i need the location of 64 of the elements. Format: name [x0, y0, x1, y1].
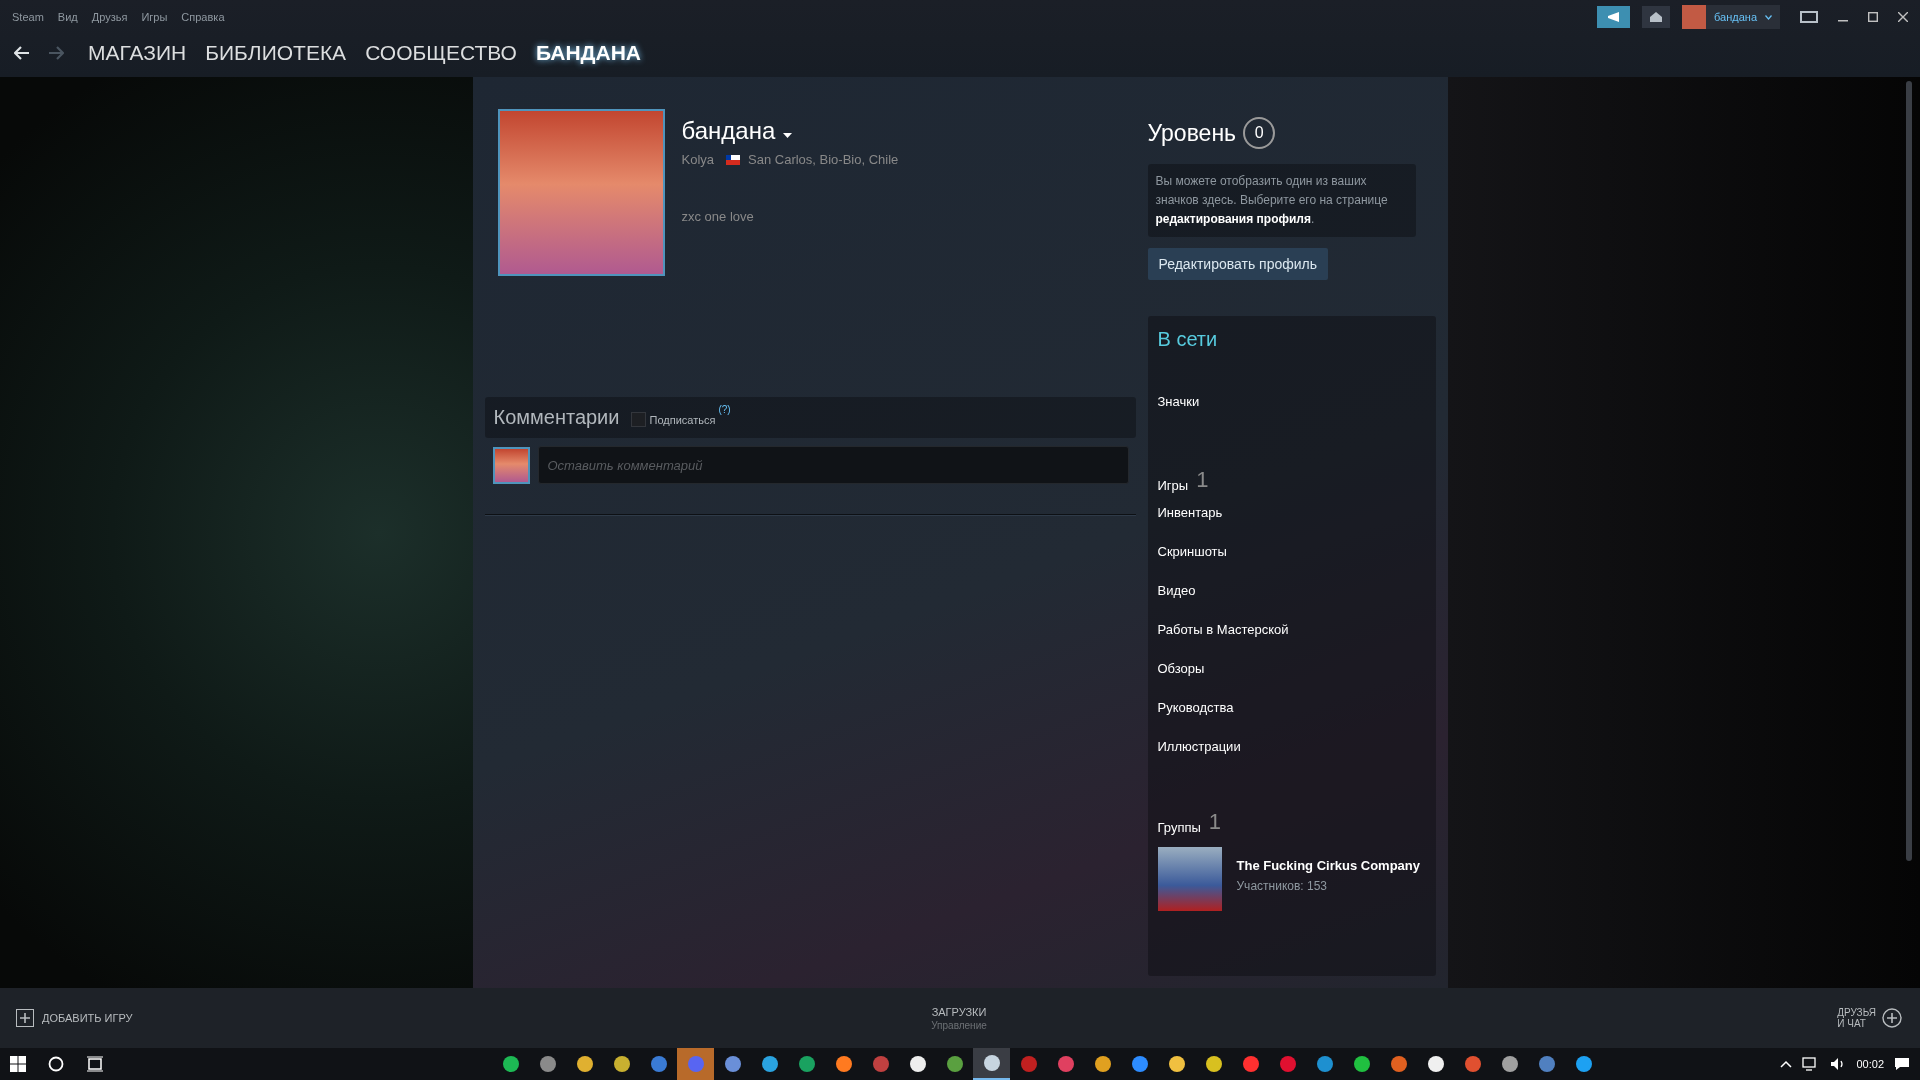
sidebar-link[interactable]: Руководства	[1157, 700, 1234, 715]
sidebar-link[interactable]: Игры	[1157, 478, 1189, 493]
menu-item[interactable]: Игры	[141, 11, 168, 23]
plus-circle-icon[interactable]	[1882, 1008, 1902, 1028]
search-icon[interactable]	[48, 1056, 64, 1072]
sidebar-link[interactable]: Работы в Мастерской	[1157, 622, 1289, 637]
flag-icon	[726, 154, 741, 165]
profile-summary: zxc one love	[681, 209, 755, 224]
subscribe-checkbox[interactable]	[631, 412, 647, 427]
notification-icon[interactable]	[1894, 1057, 1910, 1071]
friends-chat-button[interactable]: ДРУЗЬЯ И ЧАТ	[1837, 1007, 1876, 1029]
subscribe-label: Подписаться	[649, 413, 716, 426]
group-picture-placeholder	[1157, 847, 1222, 911]
broadcast-button[interactable]	[1597, 6, 1631, 28]
comment-input-field[interactable]: Оставить комментарий	[537, 446, 1129, 484]
member-count: Участников: 153	[1236, 879, 1328, 893]
scrollbar[interactable]	[1906, 81, 1912, 861]
notifications-button[interactable]	[1642, 6, 1671, 28]
profile-name: бандана	[681, 117, 776, 145]
count: 1	[1208, 809, 1222, 835]
close-icon[interactable]	[1898, 12, 1908, 22]
nav-tab[interactable]: МАГАЗИН	[88, 41, 187, 65]
sidebar-link[interactable]: Значки	[1157, 394, 1200, 409]
menu-item[interactable]: Steam	[12, 11, 44, 23]
screen-icon[interactable]	[1800, 11, 1818, 23]
level-label: Уровень	[1147, 119, 1237, 147]
dropdown-caret-icon[interactable]	[783, 132, 793, 138]
real-name: Kolya	[681, 152, 715, 167]
chevron-up-icon[interactable]	[1780, 1060, 1793, 1068]
help-link[interactable]: (?)	[718, 404, 731, 415]
group-name[interactable]: The Fucking Cirkus Company	[1236, 858, 1420, 873]
windows-logo-icon[interactable]	[10, 1056, 26, 1072]
sidebar-link[interactable]: Видео	[1157, 583, 1196, 598]
menu-item[interactable]: Друзья	[91, 11, 128, 23]
menu-item[interactable]: Справка	[181, 11, 225, 23]
sidebar-link[interactable]: Скриншоты	[1157, 544, 1227, 559]
count: 1	[1196, 467, 1209, 493]
sidebar-link[interactable]: Инвентарь	[1157, 505, 1223, 520]
location: San Carlos, Bio-Bio, Chile	[748, 152, 899, 167]
nav-tab[interactable]: СООБЩЕСТВО	[365, 41, 517, 65]
sidebar-link[interactable]: Иллюстрации	[1157, 739, 1241, 754]
avatar-photo-placeholder	[1682, 5, 1707, 29]
maximize-icon[interactable]	[1868, 12, 1878, 22]
clock-time[interactable]: 00:02	[1856, 1058, 1884, 1070]
sidebar-link[interactable]: Обзоры	[1157, 661, 1205, 676]
comments-title: Комментарии	[493, 406, 620, 429]
edit-profile-button[interactable]: Редактировать профиль	[1147, 248, 1329, 280]
online-status: В сети	[1157, 328, 1219, 351]
sidebar-link[interactable]: Группы	[1157, 820, 1201, 835]
plus-icon	[16, 1009, 34, 1027]
nav-tab[interactable]: БИБЛИОТЕКА	[205, 41, 347, 65]
taskbar-app-button[interactable]	[973, 1048, 1010, 1080]
downloads-label[interactable]: ЗАГРУЗКИ	[931, 1005, 987, 1018]
downloads-status: Управление	[931, 1019, 987, 1031]
task-view-icon[interactable]	[86, 1056, 104, 1072]
menu-item[interactable]: Вид	[57, 11, 78, 23]
add-game-button[interactable]: ДОБАВИТЬ ИГРУ	[16, 1009, 256, 1027]
caret-icon	[1765, 14, 1772, 20]
account-menu[interactable]: бандана	[1682, 5, 1780, 29]
badge-note: Вы можете отобразить один из ваших значков здесь. Выберите его на странице редактирования профиля.	[1147, 164, 1416, 237]
level-badge: 0	[1243, 117, 1276, 149]
avatar-photo-placeholder	[492, 446, 530, 484]
nav-tab[interactable]: БАНДАНА	[535, 41, 642, 65]
back-arrow-icon[interactable]	[14, 46, 30, 60]
